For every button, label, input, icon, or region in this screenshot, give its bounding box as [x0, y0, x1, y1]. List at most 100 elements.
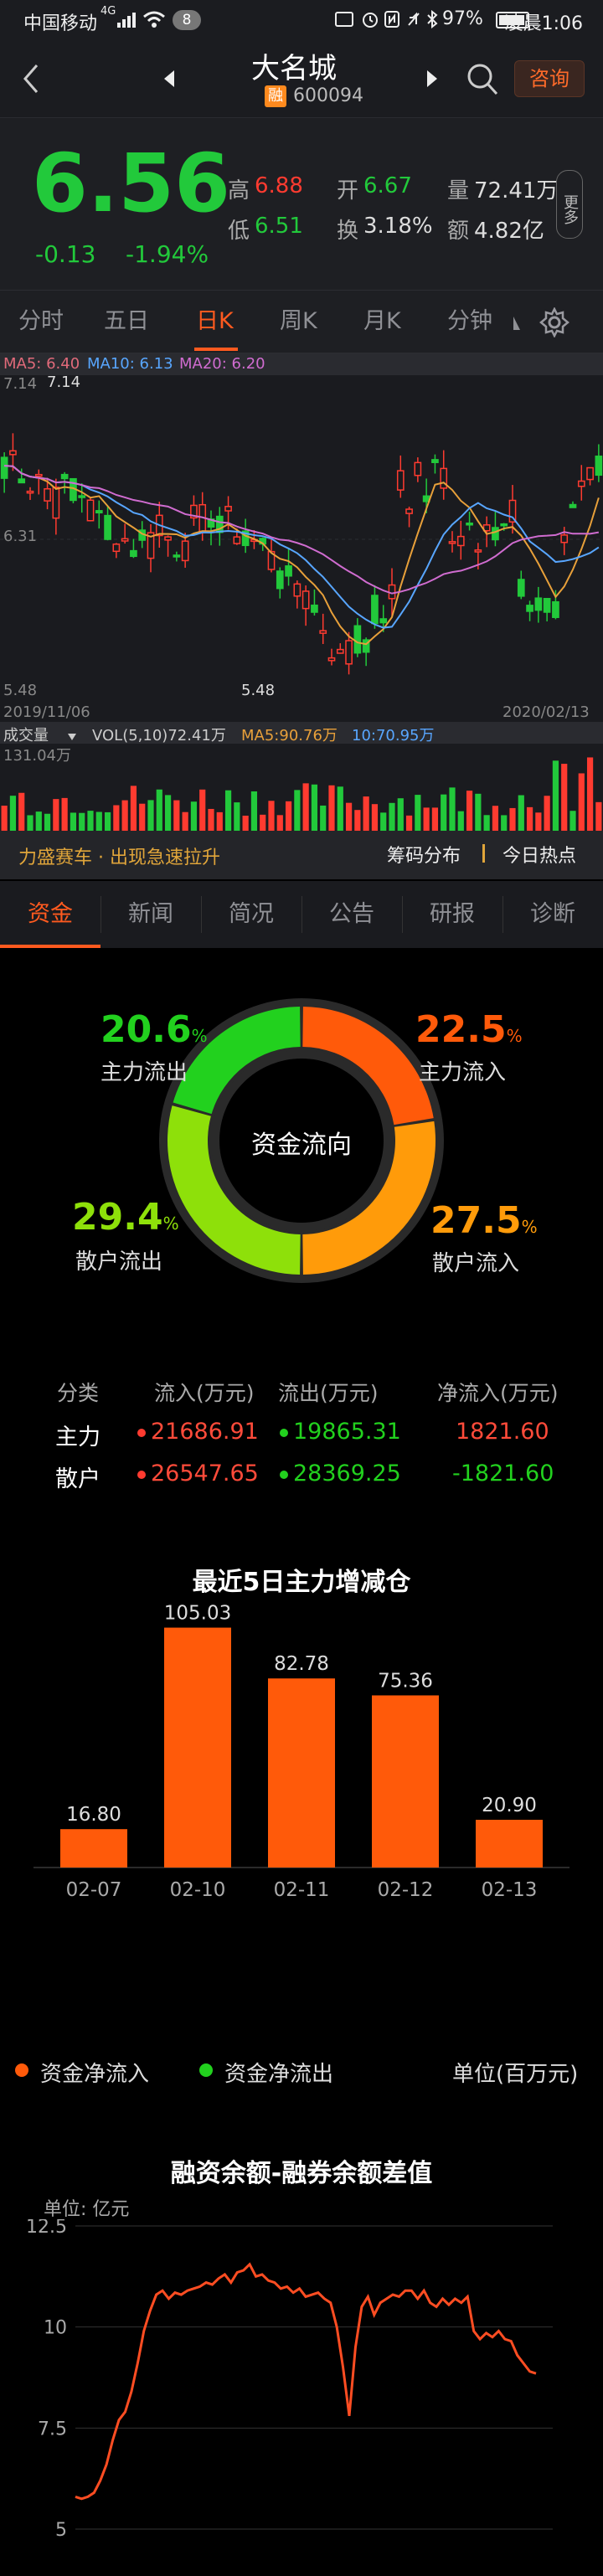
volume-bar [311, 784, 318, 831]
volume-bar [95, 811, 102, 831]
bar-value-label: 16.80 [66, 1804, 121, 1826]
y-tick-label: 5 [55, 2520, 67, 2541]
tab-weekly-k[interactable]: 周K [280, 291, 317, 354]
volume-bar [79, 812, 85, 831]
volume-bar [466, 791, 473, 831]
tab-minute[interactable]: 分钟 [447, 291, 492, 354]
volume-bar [224, 790, 232, 831]
signal-icon [117, 12, 137, 28]
legend-outflow-dot [199, 2063, 213, 2077]
volume-bar [441, 794, 447, 831]
volume-bar [415, 795, 421, 831]
row-category: 散户 [55, 1466, 100, 1492]
candle [276, 567, 284, 599]
candle [336, 643, 344, 654]
legend-inflow-dot [15, 2063, 28, 2077]
bar-02-13 [476, 1820, 543, 1868]
volume-bar [501, 815, 508, 831]
alarm-icon [362, 10, 379, 28]
ma5-label: MA5: 6.40 [3, 355, 80, 373]
consult-button[interactable]: 咨询 [514, 60, 585, 97]
bar-02-11 [268, 1678, 335, 1868]
volume-selector-chevron-icon[interactable] [67, 729, 77, 740]
promo-text[interactable]: 力盛赛车 · 出现急速拉升 [18, 842, 220, 869]
volume-bar [449, 787, 456, 831]
kline-tabs: 分时 五日 日K 周K 月K 分钟 [0, 290, 603, 353]
margin-diff-line [75, 2262, 537, 2501]
retail-out-pct: 29.4% [72, 1196, 179, 1239]
next-stock-icon[interactable] [424, 69, 441, 89]
candle [319, 613, 327, 644]
ma10-line [4, 465, 600, 629]
volume-bar [320, 805, 327, 831]
outflow-dot [280, 1471, 288, 1479]
volume-bar [526, 806, 533, 831]
bar-category-label: 02-07 [66, 1879, 122, 1901]
search-icon[interactable] [466, 60, 499, 97]
volume-bar [44, 813, 51, 831]
divider [482, 844, 485, 863]
tab-monthly-k[interactable]: 月K [363, 291, 401, 354]
hot-topics-link[interactable]: 今日热点 [502, 841, 576, 868]
volume-bar [268, 801, 275, 831]
bar-value-label: 105.03 [164, 1603, 231, 1625]
candle [534, 586, 543, 623]
vol-info: VOL(5,10)72.41万 [92, 727, 226, 744]
candle [95, 500, 103, 529]
tab-news[interactable]: 新闻 [100, 881, 201, 948]
minute-dropdown-icon[interactable] [513, 316, 521, 331]
price-change-pct: -1.94% [126, 240, 209, 268]
margin-balance-section: 融资余额-融券余额差值 单位: 亿元 12.5 10 7.5 5 [0, 2144, 603, 2576]
candle [560, 527, 569, 555]
vol-ma5: MA5:90.76万 [241, 727, 338, 744]
unit-label: 单位(百万元) [452, 2062, 579, 2087]
volume-bar [363, 796, 369, 831]
tab-diagnosis[interactable]: 诊断 [502, 881, 603, 948]
volume-bar [18, 792, 25, 831]
volume-bar [156, 789, 162, 831]
nfc-icon [384, 10, 400, 28]
tab-five-day[interactable]: 五日 [104, 291, 149, 354]
stock-name: 大名城 [251, 52, 337, 85]
tab-profile[interactable]: 简况 [201, 881, 302, 948]
high-value: 6.88 [255, 173, 303, 198]
row-outflow: 19865.31 [293, 1419, 401, 1445]
volume-selector[interactable]: 成交量 [3, 724, 49, 745]
tab-capital[interactable]: 资金 [0, 881, 100, 948]
last-price: 6.56 [32, 137, 230, 230]
quote-panel: 6.56 -0.13 -1.94% 高 6.88 低 6.51 开 6.67 换… [0, 117, 603, 290]
end-date: 2020/02/13 [502, 703, 590, 721]
inflow-dot [137, 1471, 146, 1479]
prev-stock-icon[interactable] [161, 69, 178, 89]
tab-research[interactable]: 研报 [402, 881, 502, 948]
network-label: 4G [100, 5, 116, 18]
row-inflow: 26547.65 [151, 1461, 259, 1486]
margin-badge: 融 [265, 85, 286, 107]
settings-icon[interactable] [539, 307, 570, 338]
bar-value-label: 20.90 [482, 1795, 537, 1816]
candle [353, 618, 362, 657]
candle [26, 487, 34, 500]
volume-bar [397, 798, 404, 831]
bluetooth-icon [425, 9, 439, 29]
chip-distribution-link[interactable]: 筹码分布 [387, 841, 461, 868]
capital-flow-table: 分类 流入(万元) 流出(万元) 净流入(万元) 主力 21686.91 198… [0, 1370, 603, 1496]
volume-bar [586, 757, 594, 831]
tab-daily-k[interactable]: 日K [196, 291, 234, 354]
candle [147, 523, 155, 573]
main-in-pct: 22.5% [415, 1008, 523, 1051]
candle [285, 548, 292, 586]
volume-bar [130, 786, 137, 831]
back-icon[interactable] [18, 62, 44, 95]
kline-chart[interactable]: MA5: 6.40 MA10: 6.13 MA20: 6.20 7.14 7.1… [0, 353, 603, 831]
volume-bar [509, 807, 516, 831]
more-button[interactable]: 更多 [556, 170, 583, 239]
battery-percent: 97% [442, 8, 483, 29]
volume-bar [595, 801, 602, 831]
retail-in-pct: 27.5% [430, 1199, 538, 1242]
tab-announcements[interactable]: 公告 [302, 881, 402, 948]
tab-intraday[interactable]: 分时 [18, 291, 64, 354]
volume-bar [250, 791, 258, 831]
volume-bar [53, 799, 59, 831]
candle [267, 538, 276, 573]
